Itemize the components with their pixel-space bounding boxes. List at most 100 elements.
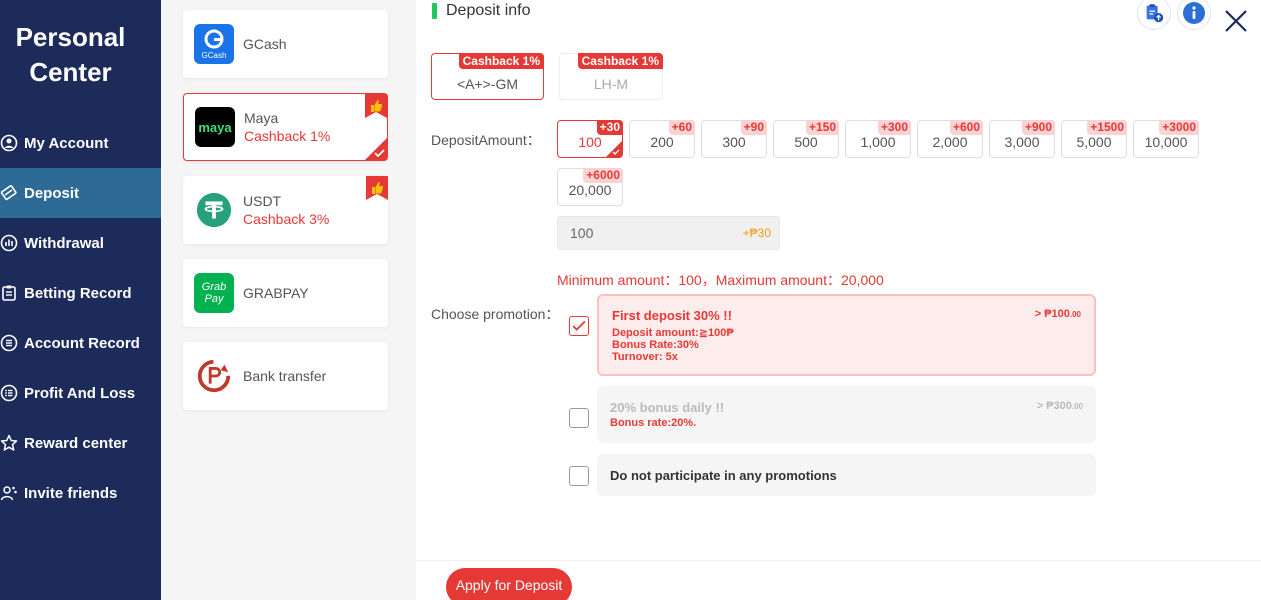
sidebar-item-label: Deposit bbox=[24, 184, 80, 202]
promotion-title: First deposit 30% !! bbox=[612, 308, 732, 323]
amount-option-200[interactable]: +60 200 bbox=[629, 120, 695, 158]
amount-option-300[interactable]: +90 300 bbox=[701, 120, 767, 158]
amount-value: 2,000 bbox=[932, 134, 968, 150]
checkmark-icon bbox=[572, 320, 586, 331]
panel-title: Deposit info bbox=[432, 2, 531, 20]
sidebar-item-label: Reward center bbox=[24, 434, 128, 452]
title-accent-bar bbox=[432, 3, 437, 19]
channel-gcash[interactable]: GCash GCash bbox=[183, 10, 388, 78]
payment-channel-list: GCash GCash maya Maya Cashback 1% USDT C… bbox=[161, 0, 416, 600]
promotion-none[interactable]: Do not participate in any promotions bbox=[597, 454, 1096, 496]
amount-value: 3,000 bbox=[1004, 134, 1040, 150]
amount-bonus: +90 bbox=[740, 120, 767, 135]
gateway-label: LH-M bbox=[593, 75, 629, 92]
clipboard-upload-icon bbox=[1146, 4, 1164, 23]
sidebar-item-profit-and-loss[interactable]: Profit And Loss bbox=[0, 368, 161, 418]
sidebar-item-label: Betting Record bbox=[24, 284, 132, 302]
promotion-min-amount-value: > ₱100 bbox=[1034, 308, 1070, 320]
sidebar-item-withdrawal[interactable]: Withdrawal bbox=[0, 218, 161, 268]
promotion-min-amount-cents: .00 bbox=[1071, 402, 1083, 411]
info-icon bbox=[1183, 2, 1205, 24]
sidebar-item-invite-friends[interactable]: Invite friends bbox=[0, 468, 161, 518]
promotion-title: 20% bonus daily !! bbox=[610, 400, 725, 415]
channel-maya[interactable]: maya Maya Cashback 1% bbox=[183, 93, 388, 161]
amount-value: 100 bbox=[578, 134, 602, 150]
svg-text:GCash: GCash bbox=[202, 51, 227, 60]
channel-name: Bank transfer bbox=[243, 368, 327, 384]
promotion-min-amount: > ₱300.00 bbox=[1037, 400, 1083, 412]
promotion-checkbox-none[interactable] bbox=[569, 466, 589, 486]
amount-option-2000[interactable]: +600 2,000 bbox=[917, 120, 983, 158]
apply-for-deposit-button[interactable]: Apply for Deposit bbox=[446, 568, 572, 600]
amount-option-3000[interactable]: +900 3,000 bbox=[989, 120, 1055, 158]
thumbs-up-badge-icon bbox=[366, 176, 388, 200]
amount-option-10000[interactable]: +3000 10,000 bbox=[1133, 120, 1199, 158]
gateway-cashback-tag: Cashback 1% bbox=[577, 53, 663, 69]
channel-name: GRABPAY bbox=[243, 285, 309, 301]
sidebar: Personal Center My Account Deposit Withd… bbox=[0, 0, 161, 600]
close-icon[interactable] bbox=[1223, 8, 1249, 34]
channel-name: Maya bbox=[244, 110, 279, 126]
sidebar-title-line1: Personal bbox=[15, 22, 126, 52]
amount-option-1000[interactable]: +300 1,000 bbox=[845, 120, 911, 158]
amount-value: 300 bbox=[722, 134, 746, 150]
sidebar-item-label: Account Record bbox=[24, 334, 140, 352]
sidebar-item-label: My Account bbox=[24, 134, 109, 152]
promotion-checkbox-daily-bonus[interactable] bbox=[569, 408, 589, 428]
promotion-title: Do not participate in any promotions bbox=[610, 468, 837, 483]
channel-name: GCash bbox=[243, 36, 287, 52]
amount-value: 200 bbox=[650, 134, 674, 150]
channel-cashback: Cashback 3% bbox=[243, 211, 330, 227]
amount-bonus: +1500 bbox=[1087, 120, 1127, 135]
gateway-a-gm[interactable]: Cashback 1% <A+>-GM bbox=[431, 53, 544, 100]
list-icon bbox=[0, 334, 18, 352]
promotion-min-amount: > ₱100.00 bbox=[1035, 308, 1081, 320]
channel-grabpay[interactable]: Grab Pay GRABPAY bbox=[183, 259, 388, 327]
user-circle-icon bbox=[0, 134, 18, 152]
sidebar-item-label: Withdrawal bbox=[24, 234, 104, 252]
bank-transfer-logo bbox=[194, 356, 234, 396]
deposit-guide-button[interactable] bbox=[1137, 0, 1171, 30]
amount-input[interactable]: 100 +₱30 bbox=[557, 216, 780, 250]
promotion-daily-bonus[interactable]: 20% bonus daily !! > ₱300.00 Bonus rate:… bbox=[597, 386, 1096, 443]
promotion-min-amount-value: > ₱300 bbox=[1036, 400, 1072, 412]
usdt-logo bbox=[194, 190, 234, 230]
amount-value: 500 bbox=[794, 134, 818, 150]
sidebar-item-betting-record[interactable]: Betting Record bbox=[0, 268, 161, 318]
channel-usdt[interactable]: USDT Cashback 3% bbox=[183, 176, 388, 244]
amount-bonus: +30 bbox=[596, 120, 623, 135]
sidebar-item-reward-center[interactable]: Reward center bbox=[0, 418, 161, 468]
info-button[interactable] bbox=[1177, 0, 1211, 30]
amount-option-20000[interactable]: +6000 20,000 bbox=[557, 168, 623, 206]
thumbs-up-badge-icon bbox=[365, 94, 387, 118]
sidebar-item-my-account[interactable]: My Account bbox=[0, 118, 161, 168]
channel-name: USDT bbox=[243, 193, 282, 209]
amount-option-500[interactable]: +150 500 bbox=[773, 120, 839, 158]
sidebar-item-deposit[interactable]: Deposit bbox=[0, 168, 161, 218]
amount-value: 20,000 bbox=[568, 182, 612, 198]
amount-option-100[interactable]: +30 100 bbox=[557, 120, 623, 158]
sidebar-item-label: Profit And Loss bbox=[24, 384, 136, 402]
amount-option-5000[interactable]: +1500 5,000 bbox=[1061, 120, 1127, 158]
selected-check-icon bbox=[365, 138, 387, 160]
sidebar-item-label: Invite friends bbox=[24, 484, 118, 502]
amount-bonus: +6000 bbox=[583, 168, 623, 183]
promotion-first-deposit[interactable]: First deposit 30% !! > ₱100.00 Deposit a… bbox=[597, 294, 1096, 376]
amount-input-bonus: +₱30 bbox=[742, 226, 771, 240]
footer-divider bbox=[416, 560, 1261, 561]
deposit-card-icon bbox=[0, 184, 18, 202]
invite-users-icon bbox=[0, 484, 18, 502]
channel-bank-transfer[interactable]: Bank transfer bbox=[183, 342, 388, 410]
promotion-detail-line: Deposit amount:≧100₱ bbox=[612, 327, 734, 339]
amount-limit-text: Minimum amount：100，Maximum amount：20,000 bbox=[557, 272, 884, 288]
gateway-lh-m[interactable]: Cashback 1% LH-M bbox=[559, 53, 663, 100]
amount-value: 10,000 bbox=[1144, 134, 1188, 150]
amount-bonus: +600 bbox=[949, 120, 983, 135]
gateway-cashback-tag: Cashback 1% bbox=[458, 53, 544, 69]
amount-input-value: 100 bbox=[570, 225, 594, 241]
withdrawal-chart-icon bbox=[0, 234, 18, 252]
maya-logo: maya bbox=[195, 107, 235, 147]
promotion-checkbox-first-deposit[interactable] bbox=[569, 316, 589, 336]
sidebar-item-account-record[interactable]: Account Record bbox=[0, 318, 161, 368]
selected-check-icon bbox=[606, 141, 622, 157]
